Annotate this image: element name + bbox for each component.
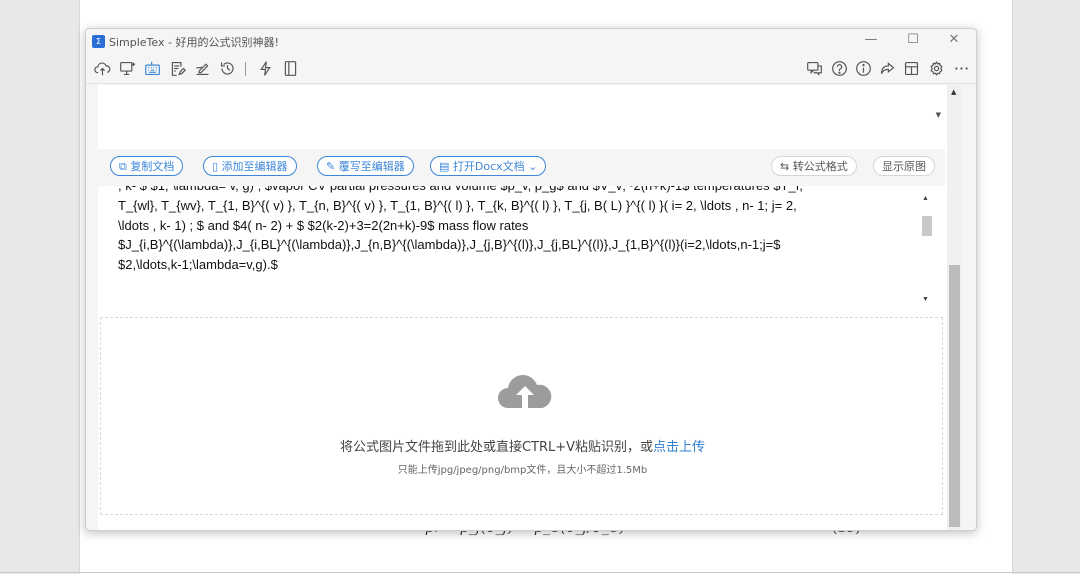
title-bar[interactable]: Σ SimpleTex - 好用的公式识别神器! — ☐ ✕	[86, 29, 976, 53]
info-icon[interactable]	[854, 59, 872, 77]
document-edit-icon[interactable]	[168, 59, 186, 77]
scroll-up-arrow[interactable]: ▲	[951, 88, 956, 96]
add-to-editor-button[interactable]: ▯ 添加至编辑器	[203, 156, 297, 176]
book-icon[interactable]	[281, 59, 299, 77]
upload-instruction: 将公式图片文件拖到此处或直接CTRL+V粘贴识别，或点击上传	[339, 440, 706, 455]
latex-line: , k- $ $1; \lambda= v, g) ; $vapor CV pa…	[110, 186, 938, 196]
scroll-up-arrow[interactable]: ▲	[922, 189, 929, 209]
lightning-icon[interactable]	[256, 59, 274, 77]
plugin-icon[interactable]	[902, 59, 920, 77]
settings-icon[interactable]	[927, 59, 945, 77]
latex-output-textarea[interactable]: , k- $ $1; \lambda= v, g) ; $vapor CV pa…	[110, 186, 938, 304]
window-title: SimpleTex - 好用的公式识别神器!	[109, 36, 279, 49]
minimize-button[interactable]: —	[862, 32, 880, 47]
background-divider	[0, 572, 1080, 573]
simpletex-window: Σ SimpleTex - 好用的公式识别神器! — ☐ ✕ ▼ ⧉ 复制文档 …	[85, 28, 977, 531]
copy-icon: ⧉	[119, 160, 131, 173]
action-bar: ⧉ 复制文档 ▯ 添加至编辑器 ✎ 覆写至编辑器 ▤ 打开Docx文档 ⌄ ⇆ …	[98, 149, 945, 186]
handwrite-icon[interactable]	[193, 59, 211, 77]
main-content: ▼ ⧉ 复制文档 ▯ 添加至编辑器 ✎ 覆写至编辑器 ▤ 打开Docx文档 ⌄ …	[98, 85, 962, 530]
overwrite-editor-button[interactable]: ✎ 覆写至编辑器	[317, 156, 414, 176]
click-to-upload-link[interactable]: 点击上传	[653, 440, 705, 455]
scrollbar-thumb[interactable]	[949, 265, 960, 527]
toolbar	[86, 55, 976, 84]
keyboard-icon[interactable]	[143, 59, 161, 77]
share-icon[interactable]	[878, 59, 896, 77]
preview-scroll-down-arrow[interactable]: ▼	[936, 111, 941, 119]
chevron-down-icon: ⌄	[524, 160, 538, 173]
more-icon[interactable]	[952, 59, 970, 77]
app-logo-icon: Σ	[92, 35, 105, 48]
convert-format-button[interactable]: ⇆ 转公式格式	[771, 156, 857, 176]
show-original-button[interactable]: 显示原图	[873, 156, 935, 176]
latex-line: $2,\ldots,k-1;\lambda=v,g).$	[118, 257, 278, 273]
cloud-upload-icon	[498, 375, 552, 408]
feedback-icon[interactable]	[805, 59, 823, 77]
open-docx-dropdown[interactable]: ▤ 打开Docx文档 ⌄	[430, 156, 547, 176]
scrollbar-thumb[interactable]	[922, 216, 932, 236]
docx-icon: ▤	[439, 160, 453, 173]
help-icon[interactable]	[830, 59, 848, 77]
close-button[interactable]: ✕	[945, 32, 963, 47]
document-icon: ▯	[212, 160, 222, 173]
convert-icon: ⇆	[780, 160, 793, 173]
toolbar-separator	[245, 62, 246, 76]
copy-document-button[interactable]: ⧉ 复制文档	[110, 156, 184, 176]
screen-capture-icon[interactable]	[118, 59, 136, 77]
main-scrollbar[interactable]: ▲	[947, 85, 962, 530]
latex-line: \ldots , k- 1) ; $ and $4( n- 2) + $ $2(…	[118, 217, 529, 233]
upload-drop-zone[interactable]: 将公式图片文件拖到此处或直接CTRL+V粘贴识别，或点击上传 只能上传jpg/j…	[100, 317, 943, 515]
cloud-upload-icon[interactable]	[93, 59, 111, 77]
maximize-button[interactable]: ☐	[904, 32, 922, 47]
latex-scrollbar[interactable]: ▲ ▼	[920, 186, 932, 304]
pen-icon: ✎	[326, 160, 339, 173]
latex-line: $J_{i,B}^{(\lambda)},J_{i,BL}^{(\lambda)…	[118, 237, 781, 253]
latex-line: T_{wl}, T_{wv}, T_{1, B}^{( v) }, T_{n, …	[118, 197, 797, 213]
history-icon[interactable]	[218, 59, 236, 77]
scroll-down-arrow[interactable]: ▼	[922, 290, 929, 304]
upload-hint: 只能上传jpg/jpeg/png/bmp文件，且大小不超过1.5Mb	[397, 465, 648, 476]
formula-preview: ▼	[98, 85, 945, 150]
